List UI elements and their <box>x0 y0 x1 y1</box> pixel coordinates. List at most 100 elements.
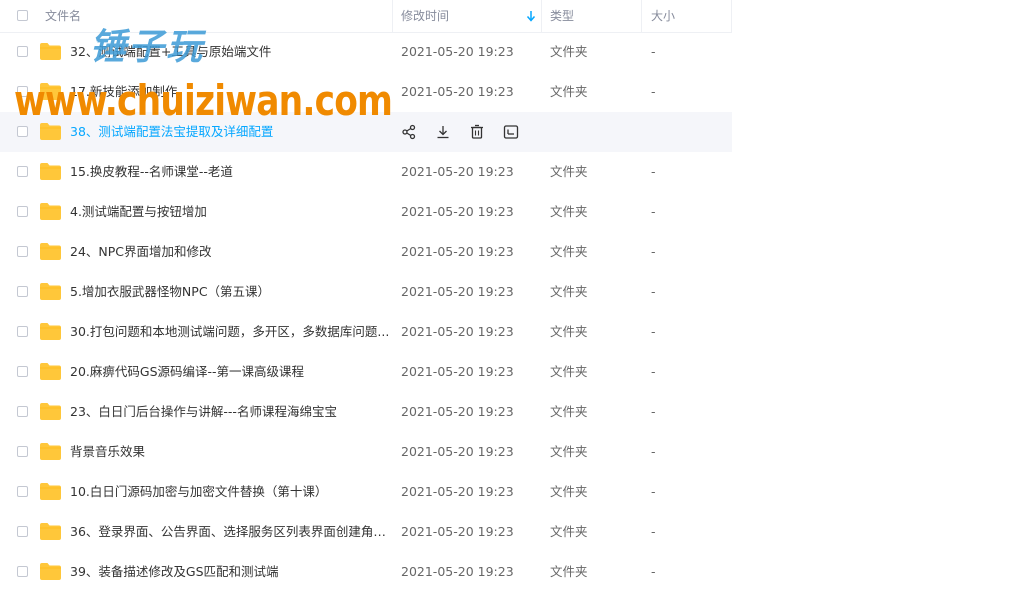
row-checkbox[interactable] <box>17 166 28 177</box>
file-name[interactable]: 24、NPC界面增加和修改 <box>70 232 212 272</box>
row-checkbox[interactable] <box>17 86 28 97</box>
file-name[interactable]: 32、测试端配置+工具与原始端文件 <box>70 32 271 72</box>
file-type: 文件夹 <box>550 404 588 419</box>
column-divider <box>731 0 732 32</box>
file-row[interactable]: 4.测试端配置与按钮增加 2021-05-20 19:23 文件夹 - <box>0 192 732 232</box>
modified-time: 2021-05-20 19:23 <box>401 564 514 579</box>
row-checkbox[interactable] <box>17 486 28 497</box>
file-row[interactable]: 5.增加衣服武器怪物NPC（第五课） 2021-05-20 19:23 文件夹 - <box>0 272 732 312</box>
file-type: 文件夹 <box>550 164 588 179</box>
file-name[interactable]: 5.增加衣服武器怪物NPC（第五课） <box>70 272 270 312</box>
folder-icon <box>40 323 61 340</box>
modified-time: 2021-05-20 19:23 <box>401 364 514 379</box>
file-row[interactable]: 10.白日门源码加密与加密文件替换（第十课） 2021-05-20 19:23 文件… <box>0 472 732 512</box>
column-header-time[interactable]: 修改时间 <box>401 0 449 32</box>
file-type: 文件夹 <box>550 244 588 259</box>
row-checkbox[interactable] <box>17 46 28 57</box>
column-header-name[interactable]: 文件名 <box>45 0 81 32</box>
file-name[interactable]: 20.麻痹代码GS源码编译--第一课高级课程 <box>70 352 304 392</box>
file-name[interactable]: 30.打包问题和本地测试端问题，多开区，多数据库问题... <box>70 312 389 352</box>
file-list: 32、测试端配置+工具与原始端文件 2021-05-20 19:23 文件夹 - 17.… <box>0 32 732 592</box>
more-icon[interactable] <box>502 123 520 141</box>
file-row[interactable]: 17.新技能添加制作 2021-05-20 19:23 文件夹 - <box>0 72 732 112</box>
column-divider <box>641 0 642 32</box>
file-list-header: 文件名 修改时间 类型 大小 <box>0 0 732 33</box>
row-checkbox[interactable] <box>17 326 28 337</box>
file-name[interactable]: 23、白日门后台操作与讲解---名师课程海绵宝宝 <box>70 392 337 432</box>
modified-time: 2021-05-20 19:23 <box>401 44 514 59</box>
file-name[interactable]: 36、登录界面、公告界面、选择服务区列表界面创建角色... <box>70 512 390 552</box>
sort-descending-icon[interactable] <box>525 9 537 23</box>
file-row[interactable]: 20.麻痹代码GS源码编译--第一课高级课程 2021-05-20 19:23 文件… <box>0 352 732 392</box>
file-size: - <box>651 564 656 579</box>
row-checkbox[interactable] <box>17 526 28 537</box>
file-type: 文件夹 <box>550 324 588 339</box>
file-row[interactable]: 39、装备描述修改及GS匹配和测试端 2021-05-20 19:23 文件夹 - <box>0 552 732 592</box>
row-checkbox[interactable] <box>17 126 28 137</box>
modified-time: 2021-05-20 19:23 <box>401 444 514 459</box>
file-size: - <box>651 524 656 539</box>
file-size: - <box>651 164 656 179</box>
file-type: 文件夹 <box>550 524 588 539</box>
file-size: - <box>651 44 656 59</box>
modified-time: 2021-05-20 19:23 <box>401 324 514 339</box>
file-row[interactable]: 32、测试端配置+工具与原始端文件 2021-05-20 19:23 文件夹 - <box>0 32 732 72</box>
file-size: - <box>651 84 656 99</box>
folder-icon <box>40 523 61 540</box>
modified-time: 2021-05-20 19:23 <box>401 484 514 499</box>
folder-icon <box>40 443 61 460</box>
folder-icon <box>40 243 61 260</box>
file-row[interactable]: 15.换皮教程--名师课堂--老道 2021-05-20 19:23 文件夹 - <box>0 152 732 192</box>
select-all-checkbox[interactable] <box>17 10 28 21</box>
folder-icon <box>40 163 61 180</box>
folder-icon <box>40 283 61 300</box>
download-icon[interactable] <box>434 123 452 141</box>
column-divider <box>541 0 542 32</box>
file-name[interactable]: 39、装备描述修改及GS匹配和测试端 <box>70 552 279 592</box>
file-type: 文件夹 <box>550 364 588 379</box>
file-name[interactable]: 38、测试端配置法宝提取及详细配置 <box>70 112 273 152</box>
modified-time: 2021-05-20 19:23 <box>401 404 514 419</box>
file-type: 文件夹 <box>550 84 588 99</box>
file-row[interactable]: 背景音乐效果 2021-05-20 19:23 文件夹 - <box>0 432 732 472</box>
row-checkbox[interactable] <box>17 366 28 377</box>
file-row[interactable]: 38、测试端配置法宝提取及详细配置 <box>0 112 732 152</box>
file-type: 文件夹 <box>550 564 588 579</box>
column-header-size[interactable]: 大小 <box>651 0 675 32</box>
row-checkbox[interactable] <box>17 446 28 457</box>
folder-icon <box>40 83 61 100</box>
file-name[interactable]: 10.白日门源码加密与加密文件替换（第十课） <box>70 472 327 512</box>
modified-time: 2021-05-20 19:23 <box>401 244 514 259</box>
delete-icon[interactable] <box>468 123 486 141</box>
folder-icon <box>40 203 61 220</box>
file-row[interactable]: 24、NPC界面增加和修改 2021-05-20 19:23 文件夹 - <box>0 232 732 272</box>
modified-time: 2021-05-20 19:23 <box>401 524 514 539</box>
share-icon[interactable] <box>400 123 418 141</box>
file-name[interactable]: 4.测试端配置与按钮增加 <box>70 192 207 232</box>
row-checkbox[interactable] <box>17 406 28 417</box>
folder-icon <box>40 43 61 60</box>
file-size: - <box>651 244 656 259</box>
file-size: - <box>651 404 656 419</box>
file-size: - <box>651 284 656 299</box>
folder-icon <box>40 483 61 500</box>
file-row[interactable]: 23、白日门后台操作与讲解---名师课程海绵宝宝 2021-05-20 19:23… <box>0 392 732 432</box>
file-size: - <box>651 444 656 459</box>
folder-icon <box>40 123 61 140</box>
file-row[interactable]: 36、登录界面、公告界面、选择服务区列表界面创建角色... 2021-05-20 … <box>0 512 732 552</box>
row-checkbox[interactable] <box>17 206 28 217</box>
modified-time: 2021-05-20 19:23 <box>401 284 514 299</box>
file-type: 文件夹 <box>550 484 588 499</box>
file-size: - <box>651 484 656 499</box>
file-row[interactable]: 30.打包问题和本地测试端问题，多开区，多数据库问题... 2021-05-20 … <box>0 312 732 352</box>
file-name[interactable]: 背景音乐效果 <box>70 432 145 472</box>
folder-icon <box>40 363 61 380</box>
file-size: - <box>651 204 656 219</box>
file-size: - <box>651 364 656 379</box>
file-name[interactable]: 15.换皮教程--名师课堂--老道 <box>70 152 233 192</box>
column-header-type[interactable]: 类型 <box>550 0 574 32</box>
file-size: - <box>651 324 656 339</box>
file-name[interactable]: 17.新技能添加制作 <box>70 72 177 112</box>
row-checkbox[interactable] <box>17 246 28 257</box>
row-checkbox[interactable] <box>17 286 28 297</box>
